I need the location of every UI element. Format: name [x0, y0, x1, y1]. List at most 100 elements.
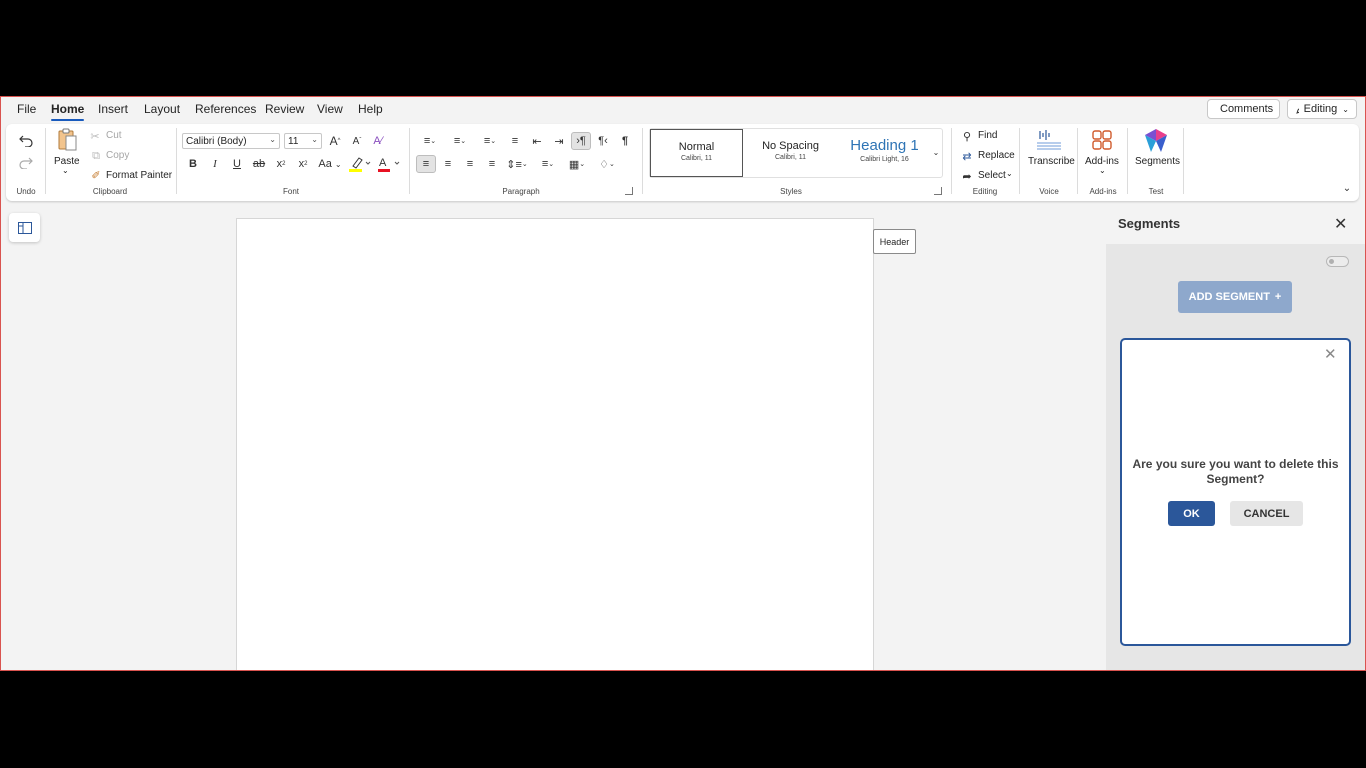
chevron-down-icon[interactable]: ⌄	[1099, 166, 1106, 175]
style-heading-1[interactable]: Heading 1 Calibri Light, 16	[838, 129, 931, 177]
bullets-icon[interactable]: ≡ ⌄	[418, 134, 442, 148]
copy-label[interactable]: Copy	[106, 150, 129, 161]
show-formatting-marks-icon[interactable]: ¶	[618, 134, 632, 148]
ribbon-collapse-chevron-icon[interactable]: ⌄	[1341, 182, 1353, 194]
addins-icon[interactable]	[1091, 129, 1113, 151]
chevron-down-icon: ⌄	[269, 135, 276, 144]
list-style-icon[interactable]: ≡	[508, 134, 522, 148]
group-label-undo: Undo	[16, 187, 36, 196]
segments-ribbon-label[interactable]: Segments	[1135, 156, 1180, 167]
ribbon-separator	[45, 128, 46, 194]
rtl-direction-icon[interactable]: ¶‹	[596, 134, 610, 148]
ribbon-separator	[1019, 128, 1020, 194]
comments-button[interactable]: Comments	[1207, 99, 1280, 119]
shading-icon[interactable]: ♢ ⌄	[594, 156, 620, 172]
paste-dropdown-icon[interactable]: ⌄	[62, 166, 69, 175]
style-no-spacing[interactable]: No Spacing Calibri, 11	[744, 129, 837, 177]
transcribe-label[interactable]: Transcribe	[1028, 156, 1075, 167]
bold-icon[interactable]: B	[187, 156, 199, 172]
shrink-font-icon[interactable]: Aˇ	[350, 133, 364, 149]
tab-home[interactable]: Home	[51, 102, 85, 121]
font-color-button[interactable]: A	[376, 155, 402, 173]
pane-header: Segments ✕	[1106, 207, 1365, 244]
paragraph-spacing-icon[interactable]: ≡ ⌄	[536, 156, 560, 172]
ribbon-separator	[642, 128, 643, 194]
redo-icon[interactable]	[18, 154, 34, 170]
style-heading-1-name: Heading 1	[850, 137, 919, 154]
editing-mode-button[interactable]: Editing ⌄	[1287, 99, 1357, 119]
tab-references[interactable]: References	[195, 102, 256, 116]
numbering-icon[interactable]: ≡ ⌄	[448, 134, 472, 148]
add-segment-button[interactable]: ADD SEGMENT +	[1178, 281, 1292, 313]
align-right-icon[interactable]: ≡	[463, 156, 477, 172]
format-painter-icon: ✐	[91, 169, 101, 182]
ribbon: Undo Paste ⌄ ✂ Cut ⧉ Copy ✐ Format Paint…	[6, 124, 1359, 201]
close-icon[interactable]: ✕	[1334, 214, 1347, 234]
paragraph-dialog-launcher-icon[interactable]	[625, 187, 633, 195]
font-size-dropdown[interactable]: 11 ⌄	[284, 133, 322, 149]
tab-review[interactable]: Review	[265, 102, 304, 116]
highlight-color-button[interactable]	[347, 155, 373, 173]
font-name-value: Calibri (Body)	[186, 135, 247, 147]
header-tag[interactable]: Header	[873, 229, 916, 254]
cancel-button[interactable]: CANCEL	[1230, 501, 1303, 526]
tab-insert[interactable]: Insert	[98, 102, 128, 116]
increase-indent-icon[interactable]: ⇥	[552, 134, 566, 148]
align-center-icon[interactable]: ≡	[441, 156, 455, 172]
justify-icon[interactable]: ≡	[485, 156, 499, 172]
change-case-label: Aa	[318, 158, 332, 170]
segments-pane: Segments ✕ ADD SEGMENT + ✕ Are you sure …	[1106, 207, 1365, 670]
underline-icon[interactable]: U	[231, 156, 243, 172]
strikethrough-icon[interactable]: ab	[252, 156, 266, 172]
select-label[interactable]: Select	[978, 170, 1006, 181]
borders-icon[interactable]: ▦ ⌄	[564, 156, 590, 172]
tab-layout[interactable]: Layout	[144, 102, 180, 116]
ribbon-separator	[176, 128, 177, 194]
transcribe-icon[interactable]	[1036, 129, 1062, 151]
close-icon[interactable]: ✕	[1324, 345, 1337, 363]
word-window: File Home Insert Layout References Revie…	[0, 96, 1366, 671]
styles-more-icon[interactable]: ⌄	[931, 146, 941, 158]
clear-formatting-icon[interactable]: A∕	[370, 133, 386, 149]
font-name-dropdown[interactable]: Calibri (Body) ⌄	[182, 133, 280, 149]
grow-font-icon[interactable]: A ^	[328, 133, 342, 149]
pane-title: Segments	[1118, 216, 1181, 231]
ribbon-separator	[1077, 128, 1078, 194]
ltr-direction-icon[interactable]: ›¶	[571, 132, 591, 150]
subscript-icon[interactable]: x2	[274, 156, 288, 172]
italic-icon[interactable]: I	[209, 156, 221, 172]
styles-dialog-launcher-icon[interactable]	[934, 187, 942, 195]
format-painter-label[interactable]: Format Painter	[106, 170, 172, 181]
group-label-font: Font	[282, 187, 299, 196]
tab-view[interactable]: View	[317, 102, 343, 116]
tab-file[interactable]: File	[17, 102, 36, 116]
segments-logo-icon[interactable]	[1143, 128, 1169, 154]
style-normal[interactable]: Normal Calibri, 11	[650, 129, 743, 177]
style-heading-1-sub: Calibri Light, 16	[860, 156, 909, 163]
highlighter-icon	[349, 157, 371, 172]
line-spacing-icon[interactable]: ⇕≡ ⌄	[504, 156, 530, 172]
toggle-switch[interactable]	[1326, 256, 1349, 267]
document-page[interactable]	[236, 218, 874, 670]
decrease-indent-icon[interactable]: ⇤	[530, 134, 544, 148]
ribbon-separator	[1127, 128, 1128, 194]
chevron-down-icon[interactable]: ⌄	[1006, 169, 1013, 178]
ok-button[interactable]: OK	[1168, 501, 1215, 526]
align-left-icon[interactable]: ≡	[416, 155, 436, 173]
cut-label[interactable]: Cut	[106, 130, 122, 141]
multilevel-list-icon[interactable]: ≡ ⌄	[478, 134, 502, 148]
paste-icon[interactable]	[56, 128, 78, 152]
add-segment-label: ADD SEGMENT	[1188, 291, 1270, 303]
group-label-styles: Styles	[780, 187, 802, 196]
replace-label[interactable]: Replace	[978, 150, 1015, 161]
find-label[interactable]: Find	[978, 130, 997, 141]
undo-icon[interactable]	[18, 132, 34, 148]
tab-help[interactable]: Help	[358, 102, 383, 116]
scissors-icon: ✂	[90, 130, 100, 143]
menu-bar: File Home Insert Layout References Revie…	[1, 97, 1365, 122]
change-case-button[interactable]: Aa ⌄	[317, 156, 343, 172]
pencil-icon	[1296, 108, 1299, 114]
replace-icon: ⇄	[962, 150, 972, 163]
superscript-icon[interactable]: x2	[296, 156, 310, 172]
navigation-pane-toggle[interactable]	[9, 213, 40, 242]
